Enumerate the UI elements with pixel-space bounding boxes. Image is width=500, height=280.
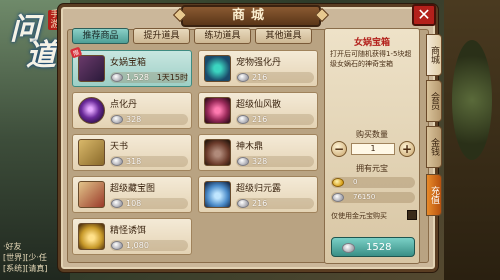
side-tab-recharge[interactable]: 充值 [426,174,442,216]
item-price: 108 [126,199,142,208]
price-row: 216 [236,72,314,83]
side-tab-money[interactable]: 金钱 [426,126,442,168]
item-name: 神木鼎 [236,142,264,152]
owned-currency-label: 拥有元宝 [356,164,388,173]
item-price: 1,528 [126,73,149,82]
price-row: 328 [236,156,314,167]
treasure-map-icon [78,181,105,208]
buy-button[interactable]: 1528 [331,237,415,257]
increase-quantity-button[interactable]: + [399,141,415,157]
item-price: 216 [252,73,268,82]
buy-price: 1528 [366,242,392,253]
treasure-chest-icon [78,55,105,82]
title-ornament-icon [172,7,188,23]
window-title: 商城 [172,5,330,27]
item-card[interactable]: 神木鼎 328 [198,134,318,171]
logo-char-2: 道 [26,38,56,73]
item-detail-panel: 女娲宝箱 打开后可随机获得1-5块超级女娲石的神奇宝箱 购买数量 − 1 + 拥… [324,28,420,264]
title-ornament-icon [314,7,330,23]
gold-only-label: 仅使用金元宝购买 [331,212,387,220]
chat-log: ·好友 [世界][少·任 [系统][请真] [0,241,60,274]
game-scene-right [444,0,500,280]
item-grid: 限 女娲宝箱 1,528 1天15时 宠物强化丹 216 点化丹 328 超级仙… [69,46,318,264]
quantity-input[interactable]: 1 [351,143,395,155]
item-card[interactable]: 精怪诱饵 1,080 [72,218,192,255]
silver-coin-icon [111,199,123,208]
item-card[interactable]: 超级归元露 216 [198,176,318,213]
item-price: 1,080 [126,241,149,250]
gold-only-checkbox[interactable] [407,210,417,220]
item-card[interactable]: 宠物强化丹 216 [198,50,318,87]
item-name: 女娲宝箱 [110,58,147,68]
tab-other-items[interactable]: 其他道具 [255,28,312,44]
item-card[interactable]: 限 女娲宝箱 1,528 1天15时 [69,46,192,87]
chat-line: [系统][请真] [3,264,48,273]
purple-orb-icon [78,97,105,124]
item-name: 超级藏宝图 [110,184,156,194]
silver-coin-icon [342,243,355,253]
item-timer: 1天15时 [156,73,188,82]
item-name: 点化丹 [110,100,138,110]
tab-recommended[interactable]: 推荐商品 [72,28,129,44]
item-card[interactable]: 超级藏宝图 108 [72,176,192,213]
silver-coin-icon [237,199,249,208]
silver-coin-icon [111,73,123,82]
cauldron-icon [204,139,231,166]
item-price: 328 [252,157,268,166]
category-tabs: 推荐商品 提升道具 练功道具 其他道具 [72,28,312,44]
tab-training-items[interactable]: 练功道具 [194,28,251,44]
item-card[interactable]: 天书 318 [72,134,192,171]
game-logo: 问 道 手游 [4,4,64,73]
detail-title: 女娲宝箱 [353,38,390,48]
item-price: 328 [126,115,142,124]
window-title-text: 商城 [231,8,270,23]
price-row: 328 [110,114,188,125]
owned-gold-value: 0 [353,178,358,186]
price-row: 108 [110,198,188,209]
price-row: 216 [236,198,314,209]
potion-vase-icon [204,181,231,208]
silver-coin-icon [111,241,123,250]
owned-silver-row: 76150 [331,192,415,203]
pink-powder-icon [204,97,231,124]
item-price: 318 [126,157,142,166]
item-card[interactable]: 超级仙风散 216 [198,92,318,129]
silver-coin-icon [237,73,249,82]
item-name: 天书 [110,142,129,152]
item-name: 超级仙风散 [236,100,282,110]
gold-ingot-icon [332,178,344,187]
quantity-label: 购买数量 [356,130,388,139]
chat-line: [世界][少·任 [3,253,47,262]
item-price: 216 [252,115,268,124]
detail-description: 打开后可随机获得1-5块超级女娲石的神奇宝箱 [330,50,412,68]
chat-line: ·好友 [3,242,22,251]
owned-gold-row: 0 [331,177,415,188]
price-row: 318 [110,156,188,167]
tree-decoration [452,40,492,160]
bait-icon [78,223,105,250]
silver-coin-icon [111,157,123,166]
quantity-stepper: − 1 + [331,141,415,157]
silver-coin-icon [237,157,249,166]
owned-silver-value: 76150 [353,193,376,201]
item-name: 超级归元露 [236,184,282,194]
scroll-book-icon [78,139,105,166]
silver-coin-icon [111,115,123,124]
silver-ingot-icon [332,193,344,202]
side-tab-shop[interactable]: 商城 [426,34,442,76]
pill-orb-icon [204,55,231,82]
price-row: 216 [236,114,314,125]
item-name: 宠物强化丹 [236,58,282,68]
price-row: 1,080 [110,240,188,251]
item-name: 精怪诱饵 [110,226,147,236]
side-tab-member[interactable]: 会员 [426,80,442,122]
close-button[interactable]: ✕ [412,4,436,26]
silver-coin-icon [237,115,249,124]
item-price: 216 [252,199,268,208]
decrease-quantity-button[interactable]: − [331,141,347,157]
tab-upgrade-items[interactable]: 提升道具 [133,28,190,44]
item-card[interactable]: 点化丹 328 [72,92,192,129]
